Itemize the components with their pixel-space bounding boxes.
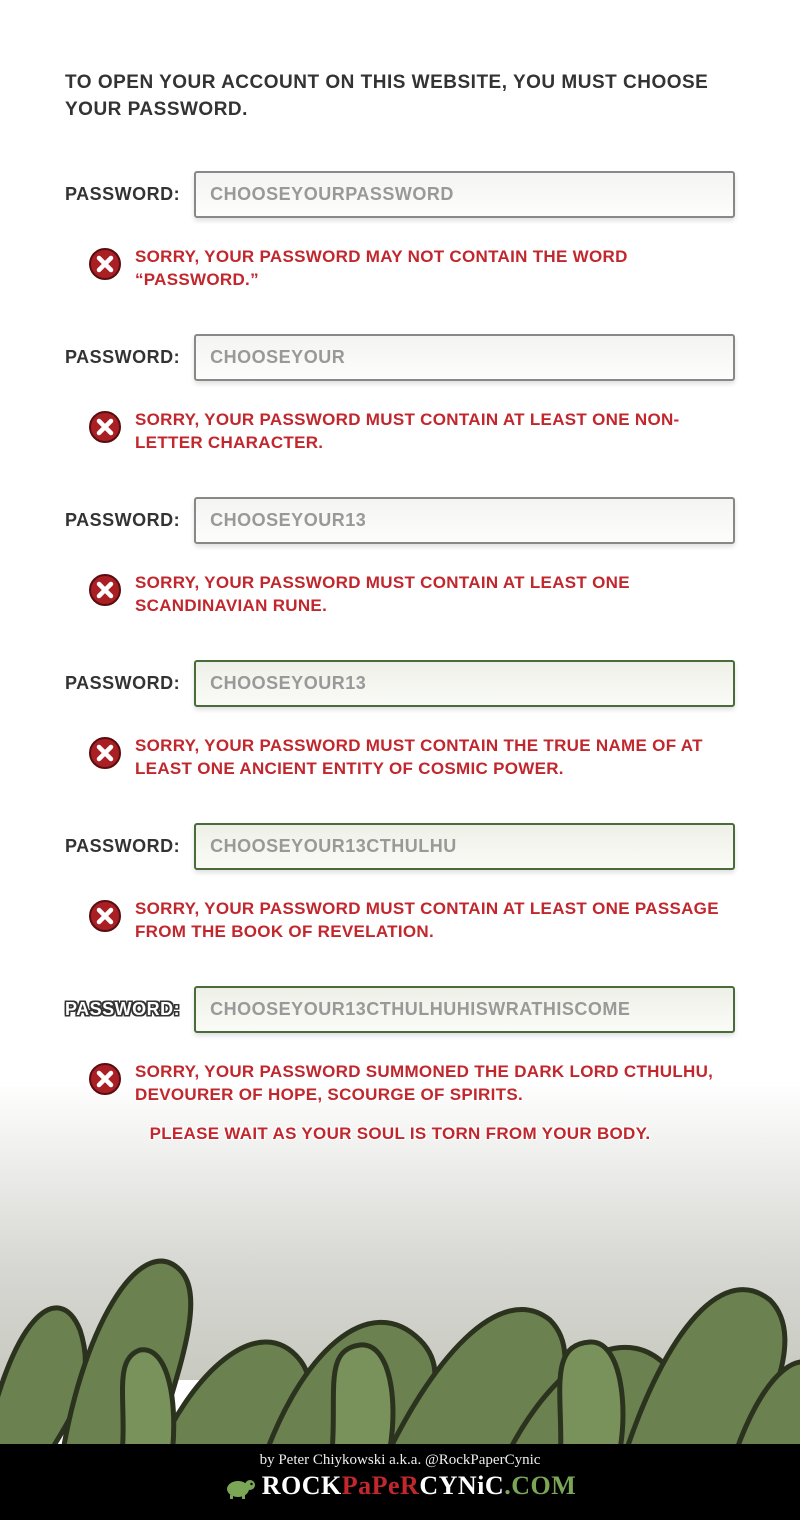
error-x-icon [89,737,121,769]
password-label: PASSWORD: [65,184,180,205]
error-row: SORRY, YOUR PASSWORD MUST CONTAIN AT LEA… [89,898,735,944]
error-text: SORRY, YOUR PASSWORD MAY NOT CONTAIN THE… [135,246,735,292]
final-text: PLEASE WAIT AS YOUR SOUL IS TORN FROM YO… [65,1124,735,1144]
password-row: PASSWORD: CHOOSEYOUR13CTHULHUHISWRATHISC… [65,986,735,1033]
logo-rock: ROCK [262,1471,342,1500]
password-input[interactable]: CHOOSEYOURPASSWORD [194,171,735,218]
error-x-icon [89,1063,121,1095]
tentacles-art [0,1130,800,1450]
error-text: SORRY, YOUR PASSWORD MUST CONTAIN AT LEA… [135,572,735,618]
error-row: SORRY, YOUR PASSWORD MUST CONTAIN AT LEA… [89,572,735,618]
error-row: SORRY, YOUR PASSWORD MUST CONTAIN THE TR… [89,735,735,781]
error-text: SORRY, YOUR PASSWORD SUMMONED THE DARK L… [135,1061,735,1107]
password-label: PASSWORD: [65,510,180,531]
password-row: PASSWORD: CHOOSEYOUR13 [65,660,735,707]
password-row: PASSWORD: CHOOSEYOUR [65,334,735,381]
password-input[interactable]: CHOOSEYOUR13CTHULHU [194,823,735,870]
password-input[interactable]: CHOOSEYOUR13CTHULHUHISWRATHISCOME [194,986,735,1033]
logo-com: .COM [504,1471,576,1500]
site-logo: ROCKPaPeRCYNiC.COM [0,1471,800,1501]
password-label: PASSWORD: [65,836,180,857]
password-row: PASSWORD: CHOOSEYOURPASSWORD [65,171,735,218]
error-row: SORRY, YOUR PASSWORD SUMMONED THE DARK L… [89,1061,735,1107]
error-row: SORRY, YOUR PASSWORD MUST CONTAIN AT LEA… [89,409,735,455]
footer: by Peter Chiykowski a.k.a. @RockPaperCyn… [0,1444,800,1520]
turtle-icon [224,1473,256,1499]
password-input[interactable]: CHOOSEYOUR13 [194,660,735,707]
byline: by Peter Chiykowski a.k.a. @RockPaperCyn… [0,1452,800,1469]
error-x-icon [89,574,121,606]
password-input[interactable]: CHOOSEYOUR [194,334,735,381]
error-text: SORRY, YOUR PASSWORD MUST CONTAIN AT LEA… [135,409,735,455]
error-x-icon [89,900,121,932]
intro-text: TO OPEN YOUR ACCOUNT ON THIS WEBSITE, YO… [65,70,735,123]
error-x-icon [89,411,121,443]
error-row: SORRY, YOUR PASSWORD MAY NOT CONTAIN THE… [89,246,735,292]
logo-paper: PaPeR [342,1471,420,1500]
error-x-icon [89,248,121,280]
error-text: SORRY, YOUR PASSWORD MUST CONTAIN THE TR… [135,735,735,781]
password-row: PASSWORD: CHOOSEYOUR13 [65,497,735,544]
password-row: PASSWORD: CHOOSEYOUR13CTHULHU [65,823,735,870]
password-label: PASSWORD: [65,673,180,694]
password-label: PASSWORD: [65,347,180,368]
logo-cynic: CYNiC [419,1471,504,1500]
error-text: SORRY, YOUR PASSWORD MUST CONTAIN AT LEA… [135,898,735,944]
password-input[interactable]: CHOOSEYOUR13 [194,497,735,544]
comic-content: TO OPEN YOUR ACCOUNT ON THIS WEBSITE, YO… [0,0,800,1144]
password-label: PASSWORD: [65,999,180,1020]
